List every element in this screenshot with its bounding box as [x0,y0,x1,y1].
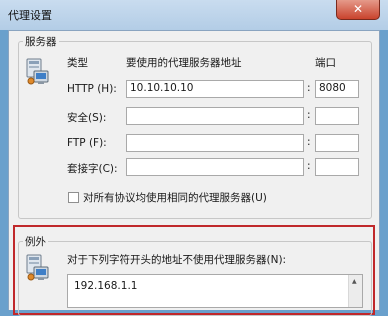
close-button[interactable]: ✕ [336,0,380,20]
ftp-colon: : [307,136,311,148]
header-port: 端口 [315,57,336,69]
close-icon: ✕ [352,2,364,16]
socks-port-field[interactable] [315,158,359,176]
ftp-label: FTP (F): [67,137,107,149]
secure-label: 安全(S): [67,112,107,124]
http-colon: : [307,82,311,94]
same-proxy-label[interactable]: 对所有协议均使用相同的代理服务器(U) [83,190,267,205]
secure-address-field[interactable] [126,107,304,125]
socks-colon: : [307,160,311,172]
secure-colon: : [307,109,311,121]
socks-address-field[interactable] [126,158,304,176]
exceptions-description: 对于下列字符开头的地址不使用代理服务器(N): [67,254,287,266]
scroll-up-icon[interactable]: ▲ [352,278,357,285]
http-label: HTTP (H): [67,83,117,95]
header-address: 要使用的代理服务器地址 [126,57,242,69]
exceptions-group-legend: 例外 [23,234,48,249]
window-title: 代理设置 [8,9,52,22]
http-port-field[interactable]: 8080 [315,80,359,98]
ftp-address-field[interactable] [126,134,304,152]
exceptions-textarea[interactable]: 192.168.1.1 ▲ [67,274,363,308]
ftp-port-field[interactable] [315,134,359,152]
same-proxy-checkbox[interactable] [68,192,79,203]
header-type: 类型 [67,57,88,69]
exceptions-text: 192.168.1.1 [74,280,138,292]
dialog-client: 服务器 类型 要使用的代理服务器地址 端口 HTTP (H): 10.10.10… [8,30,380,316]
exceptions-scrollbar[interactable]: ▲ [348,275,362,307]
http-address-field[interactable]: 10.10.10.10 [126,80,304,98]
network-computer-icon [26,254,49,281]
socks-label: 套接字(C): [67,163,118,175]
secure-port-field[interactable] [315,107,359,125]
network-computer-icon [26,58,49,85]
title-bar: 代理设置 ✕ [0,0,388,30]
servers-group-legend: 服务器 [23,34,59,49]
